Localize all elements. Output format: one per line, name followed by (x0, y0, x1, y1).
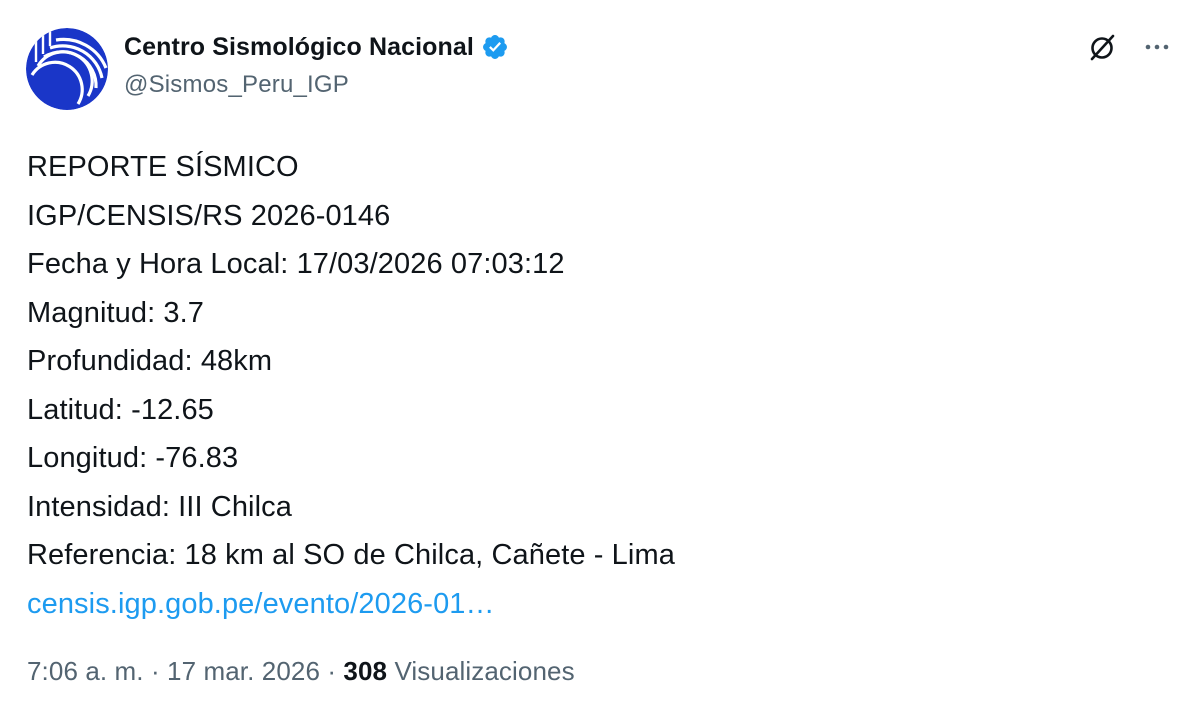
views-label: Visualizaciones (394, 656, 575, 686)
more-options-icon[interactable] (1140, 30, 1174, 64)
report-magnitude: Magnitud: 3.7 (27, 296, 205, 329)
meta-separator: · (143, 656, 168, 686)
tweet-card: Centro Sismológico Nacional @Sismos_Peru… (0, 0, 1200, 718)
report-depth: Profundidad: 48km (27, 345, 273, 377)
avatar[interactable] (26, 28, 108, 110)
report-title: REPORTE SÍSMICO (27, 151, 299, 183)
report-latitude: Latitud: -12.65 (27, 393, 214, 426)
author-name-row: Centro Sismológico Nacional (124, 28, 509, 66)
report-reference: Referencia: 18 km al SO de Chilca, Cañet… (27, 539, 675, 571)
report-longitude: Longitud: -76.83 (27, 442, 239, 474)
tweet-actions (1086, 30, 1174, 64)
tweet-time[interactable]: 7:06 a. m. (27, 656, 144, 686)
author-handle[interactable]: @Sismos_Peru_IGP (124, 71, 509, 99)
event-link[interactable]: censis.igp.gob.pe/evento/2026-01… (27, 580, 495, 629)
tweet-date[interactable]: 17 mar. 2026 (167, 656, 320, 686)
avatar-logo-icon (26, 28, 108, 110)
meta-separator: · (320, 656, 344, 686)
tweet-text: REPORTE SÍSMICO IGP/CENSIS/RS 2026-0146 … (27, 143, 1147, 628)
verified-badge-icon[interactable] (481, 33, 509, 61)
grok-icon[interactable] (1086, 30, 1120, 64)
report-id: IGP/CENSIS/RS 2026-0146 (27, 199, 391, 232)
report-intensity: Intensidad: III Chilca (27, 490, 292, 523)
views-count[interactable]: 308 (343, 656, 387, 686)
author-info: Centro Sismológico Nacional @Sismos_Peru… (124, 28, 509, 99)
event-link-line: censis.igp.gob.pe/evento/2026-01… (27, 580, 1147, 629)
tweet-meta: 7:06 a. m. · 17 mar. 2026 · 308 Visualiz… (27, 656, 575, 687)
report-datetime: Fecha y Hora Local: 17/03/2026 07:03:12 (27, 248, 565, 280)
author-display-name[interactable]: Centro Sismológico Nacional (124, 33, 474, 62)
